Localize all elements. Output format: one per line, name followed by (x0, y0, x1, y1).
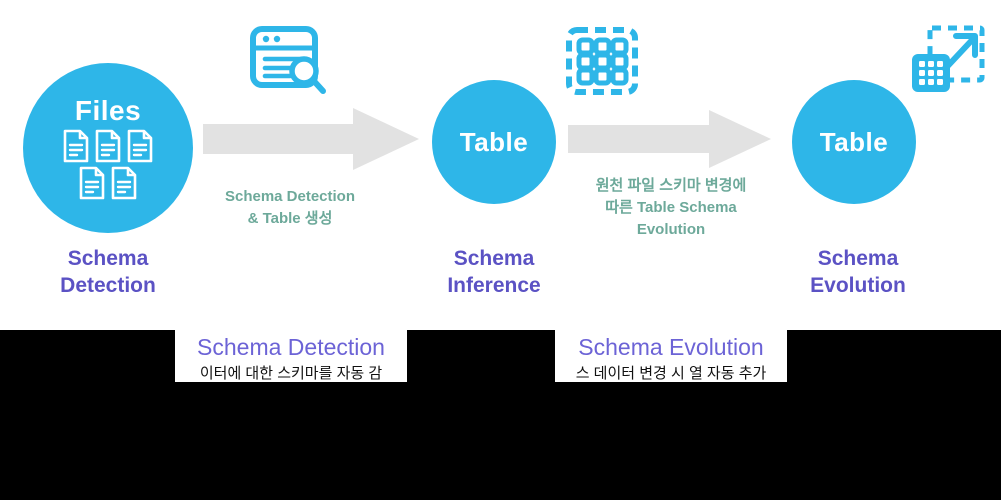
arrow-2-caption-line1: 원천 파일 스키마 변경에 (595, 177, 747, 194)
table-1-circle-label: Table (459, 127, 529, 157)
arrow-2-caption-line3: Evolution (636, 220, 706, 238)
arrow-1-caption: Schema Detection & Table 생성 (190, 186, 390, 230)
grid-expand-icon (906, 22, 988, 103)
flow-arrow-2-icon (568, 110, 771, 173)
node-title-schema-detection: Schema Detection (28, 245, 188, 300)
node-title-line1: Schema (67, 247, 149, 270)
files-icon (62, 129, 154, 200)
arrow-2-caption-line2: 따른 Table Schema (605, 198, 737, 216)
node-title-line1: Schema (817, 247, 899, 270)
caption-box-1-heading: Schema Detection (197, 334, 385, 360)
dashed-grid-icon (564, 26, 640, 101)
node-title-line2: Evolution (810, 274, 906, 298)
caption-box-schema-evolution: Schema Evolution 스 데이터 변경 시 열 자동 추가 (555, 330, 787, 382)
node-title-line1: Schema (453, 247, 535, 270)
node-title-schema-evolution: Schema Evolution (778, 245, 938, 300)
node-table-2-circle: Table (792, 80, 916, 204)
document-search-icon (248, 24, 330, 101)
node-table-1-circle: Table (432, 80, 556, 204)
node-files-circle: Files (23, 63, 193, 233)
caption-box-2-heading: Schema Evolution (578, 334, 764, 360)
arrow-1-caption-line2: & Table 생성 (247, 209, 333, 227)
arrow-2-caption: 원천 파일 스키마 변경에 따른 Table Schema Evolution (565, 175, 777, 240)
caption-box-schema-detection: Schema Detection 이터에 대한 스키마를 자동 감 (175, 330, 407, 382)
files-circle-label: Files (74, 94, 142, 126)
diagram-panel: Files Schema Detection & Table 생성 Table … (0, 0, 1001, 330)
node-title-line2: Detection (60, 274, 156, 298)
caption-box-2-subtext: 스 데이터 변경 시 열 자동 추가 (575, 365, 767, 382)
caption-box-1-subtext: 이터에 대한 스키마를 자동 감 (199, 365, 383, 382)
node-title-line2: Inference (447, 274, 541, 298)
node-title-schema-inference: Schema Inference (414, 245, 574, 300)
table-2-circle-label: Table (819, 127, 889, 157)
arrow-1-caption-line1: Schema Detection (224, 188, 356, 205)
flow-arrow-1-icon (203, 108, 419, 175)
